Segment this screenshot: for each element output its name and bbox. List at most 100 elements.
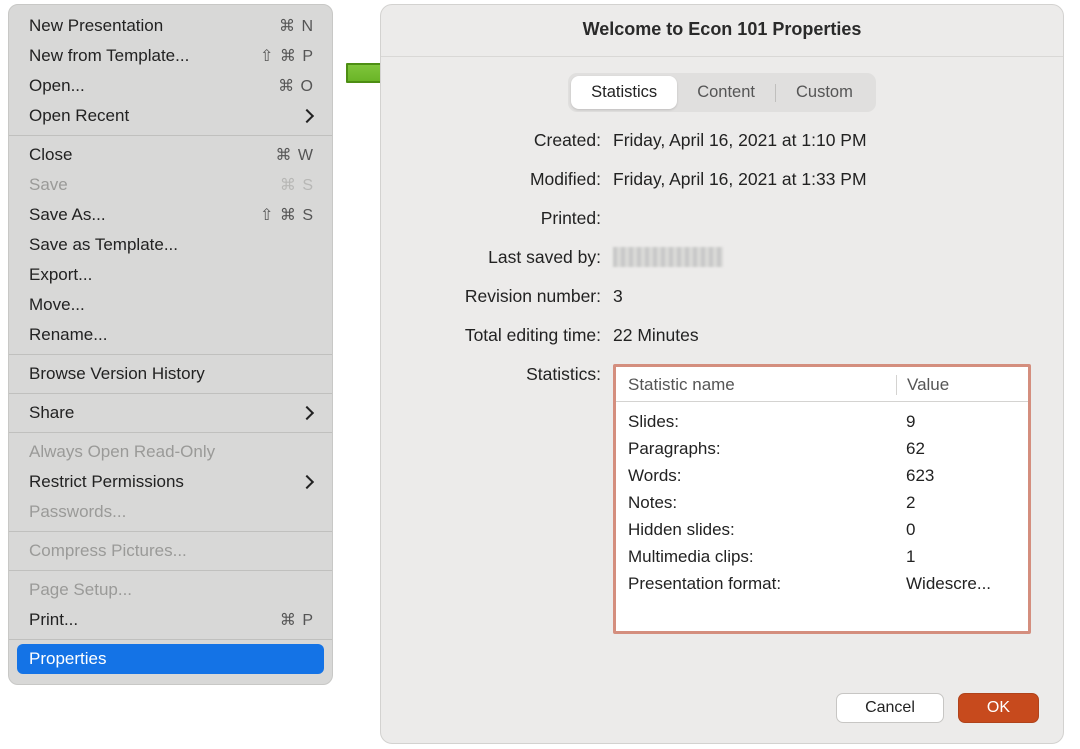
tab-content[interactable]: Content: [677, 76, 775, 109]
menu-read-only: Always Open Read-Only: [9, 437, 332, 467]
menu-open-recent[interactable]: Open Recent: [9, 101, 332, 131]
menu-page-setup: Page Setup...: [9, 575, 332, 605]
shortcut: ⌘ W: [275, 145, 314, 165]
shortcut: ⌘ P: [280, 610, 314, 630]
field-label: Revision number:: [413, 286, 613, 307]
menu-share[interactable]: Share: [9, 398, 332, 428]
menu-label: Move...: [29, 295, 314, 315]
column-statistic-name: Statistic name: [628, 375, 896, 395]
separator: [9, 570, 332, 571]
menu-properties[interactable]: Properties: [17, 644, 324, 674]
field-value: 22 Minutes: [613, 325, 1031, 346]
field-printed: Printed:: [413, 208, 1031, 229]
menu-label: Save As...: [29, 205, 260, 225]
field-revision: Revision number: 3: [413, 286, 1031, 307]
menu-label: Passwords...: [29, 502, 314, 522]
menu-label: Save: [29, 175, 280, 195]
field-statistics: Statistics: Statistic name Value Slides:…: [413, 364, 1031, 634]
shortcut: ⌘ S: [280, 175, 314, 195]
menu-save: Save ⌘ S: [9, 170, 332, 200]
separator: [9, 432, 332, 433]
table-row: Notes: 2: [628, 489, 1016, 516]
menu-rename[interactable]: Rename...: [9, 320, 332, 350]
separator: [9, 531, 332, 532]
menu-label: Restrict Permissions: [29, 472, 302, 492]
field-modified: Modified: Friday, April 16, 2021 at 1:33…: [413, 169, 1031, 190]
stat-value: 0: [896, 520, 1016, 540]
field-label: Last saved by:: [413, 247, 613, 268]
dialog-title: Welcome to Econ 101 Properties: [381, 5, 1063, 57]
chevron-right-icon: [300, 406, 314, 420]
stat-name: Presentation format:: [628, 574, 896, 594]
dialog-tabs: Statistics Content Custom: [568, 73, 876, 112]
field-label: Modified:: [413, 169, 613, 190]
menu-label: Rename...: [29, 325, 314, 345]
field-value: Friday, April 16, 2021 at 1:33 PM: [613, 169, 1031, 190]
separator: [9, 639, 332, 640]
menu-label: New Presentation: [29, 16, 279, 36]
shortcut: ⌘ N: [279, 16, 314, 36]
menu-label: Page Setup...: [29, 580, 314, 600]
tab-statistics[interactable]: Statistics: [571, 76, 677, 109]
properties-fields: Created: Friday, April 16, 2021 at 1:10 …: [381, 130, 1063, 652]
table-row: Words: 623: [628, 462, 1016, 489]
properties-dialog: Welcome to Econ 101 Properties Statistic…: [380, 4, 1064, 744]
menu-label: Properties: [29, 649, 314, 669]
stat-value: 623: [896, 466, 1016, 486]
menu-label: Print...: [29, 610, 280, 630]
chevron-right-icon: [300, 109, 314, 123]
menu-label: Open Recent: [29, 106, 302, 126]
menu-label: Open...: [29, 76, 278, 96]
field-label: Statistics:: [413, 364, 613, 385]
shortcut: ⇧ ⌘ P: [260, 46, 314, 66]
separator: [9, 393, 332, 394]
stat-value: 9: [896, 412, 1016, 432]
cancel-button[interactable]: Cancel: [836, 693, 944, 723]
shortcut: ⌘ O: [278, 76, 314, 96]
menu-save-as[interactable]: Save As... ⇧ ⌘ S: [9, 200, 332, 230]
menu-export[interactable]: Export...: [9, 260, 332, 290]
menu-label: Browse Version History: [29, 364, 314, 384]
stat-name: Hidden slides:: [628, 520, 896, 540]
separator: [9, 135, 332, 136]
menu-restrict[interactable]: Restrict Permissions: [9, 467, 332, 497]
field-editing-time: Total editing time: 22 Minutes: [413, 325, 1031, 346]
menu-label: Share: [29, 403, 302, 423]
menu-close[interactable]: Close ⌘ W: [9, 140, 332, 170]
menu-history[interactable]: Browse Version History: [9, 359, 332, 389]
statistics-table: Statistic name Value Slides: 9 Paragraph…: [613, 364, 1031, 634]
table-row: Hidden slides: 0: [628, 516, 1016, 543]
menu-save-template[interactable]: Save as Template...: [9, 230, 332, 260]
menu-new[interactable]: New Presentation ⌘ N: [9, 11, 332, 41]
menu-open[interactable]: Open... ⌘ O: [9, 71, 332, 101]
menu-move[interactable]: Move...: [9, 290, 332, 320]
menu-new-template[interactable]: New from Template... ⇧ ⌘ P: [9, 41, 332, 71]
table-row: Multimedia clips: 1: [628, 543, 1016, 570]
menu-label: Save as Template...: [29, 235, 314, 255]
field-value: 3: [613, 286, 1031, 307]
redacted-value: [613, 247, 723, 267]
table-row: Slides: 9: [628, 408, 1016, 435]
field-label: Printed:: [413, 208, 613, 229]
ok-button[interactable]: OK: [958, 693, 1039, 723]
field-last-saved-by: Last saved by:: [413, 247, 1031, 268]
table-header: Statistic name Value: [616, 367, 1028, 402]
shortcut: ⇧ ⌘ S: [260, 205, 314, 225]
stat-value: Widescre...: [896, 574, 1016, 594]
menu-label: New from Template...: [29, 46, 260, 66]
stat-name: Slides:: [628, 412, 896, 432]
table-row: Paragraphs: 62: [628, 435, 1016, 462]
menu-print[interactable]: Print... ⌘ P: [9, 605, 332, 635]
menu-compress: Compress Pictures...: [9, 536, 332, 566]
stat-name: Words:: [628, 466, 896, 486]
tab-custom[interactable]: Custom: [776, 76, 873, 109]
stat-name: Paragraphs:: [628, 439, 896, 459]
field-value: Friday, April 16, 2021 at 1:10 PM: [613, 130, 1031, 151]
chevron-right-icon: [300, 475, 314, 489]
stat-value: 1: [896, 547, 1016, 567]
dialog-buttons: Cancel OK: [381, 693, 1063, 743]
field-label: Created:: [413, 130, 613, 151]
field-created: Created: Friday, April 16, 2021 at 1:10 …: [413, 130, 1031, 151]
stat-value: 62: [896, 439, 1016, 459]
stat-name: Notes:: [628, 493, 896, 513]
